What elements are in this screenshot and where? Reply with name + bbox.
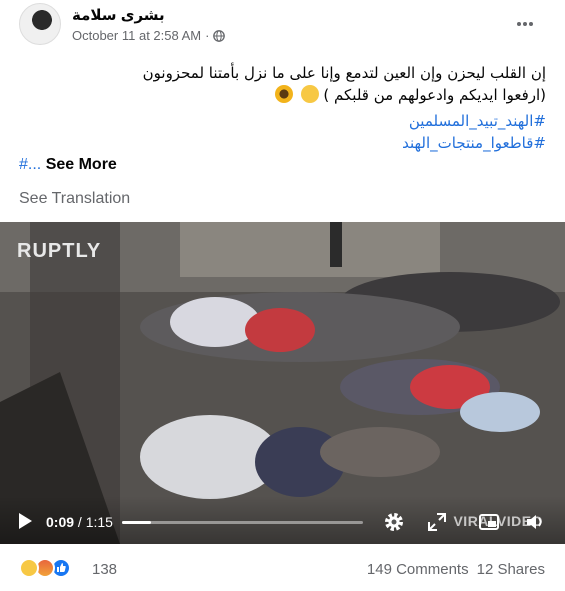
- ruptly-logo: RUPTLY: [17, 240, 102, 262]
- fullscreen-icon[interactable]: [426, 511, 448, 533]
- progress-fill: [122, 521, 151, 524]
- post-footer: 138 149 Comments 12 Shares: [0, 556, 565, 586]
- post-text: إن القلب ليحزن وإن العين لتدمع وإنا على …: [16, 62, 546, 106]
- reaction-icons[interactable]: [19, 558, 71, 578]
- hashtag-link[interactable]: #الهند_تبيد_المسلمين: [402, 110, 546, 132]
- hashtag-list: #الهند_تبيد_المسلمين #قاطعوا_منتجات_الهن…: [402, 110, 546, 154]
- duration: 1:15: [85, 514, 113, 530]
- post-text-line-1: إن القلب ليحزن وإن العين لتدمع وإنا على …: [142, 64, 546, 82]
- post-meta: October 11 at 2:58 AM ·: [72, 28, 226, 43]
- comments-count[interactable]: 149 Comments: [367, 561, 469, 578]
- reaction-count[interactable]: 138: [92, 561, 117, 578]
- viralvideo-watermark: VIRALVIDEO: [453, 513, 543, 529]
- post-header: بشرى سلامة October 11 at 2:58 AM ·: [0, 0, 565, 52]
- post-text-line-2: (ارفعوا ايديكم وادعولهم من قلبكم ): [16, 84, 546, 106]
- current-time: 0:09: [46, 514, 75, 530]
- hashtag-truncated[interactable]: #...: [19, 156, 41, 173]
- globe-icon: [213, 29, 226, 42]
- meta-separator: ·: [205, 28, 210, 43]
- sad-face-emoji-icon: [300, 85, 319, 103]
- post-text-line-2-text: (ارفعوا ايديكم وادعولهم من قلبكم ): [323, 86, 546, 104]
- post-timestamp[interactable]: October 11 at 2:58 AM: [72, 28, 201, 43]
- sunflower-emoji-icon: [274, 85, 293, 103]
- hashtag-link[interactable]: #قاطعوا_منتجات_الهند: [402, 132, 546, 154]
- see-translation-link[interactable]: See Translation: [19, 190, 130, 208]
- play-icon[interactable]: [16, 512, 34, 530]
- author-name[interactable]: بشرى سلامة: [72, 6, 165, 24]
- gear-icon[interactable]: [383, 511, 405, 533]
- video-controls: 0:09 / 1:15 VIRALVIDEO: [0, 496, 565, 544]
- see-more-row: #... See More: [19, 156, 117, 174]
- post-stats: 149 Comments 12 Shares: [367, 561, 545, 578]
- sad-reaction-icon: [19, 558, 39, 578]
- time-separator: /: [77, 514, 82, 530]
- shares-count[interactable]: 12 Shares: [477, 561, 545, 578]
- see-more-link[interactable]: See More: [46, 156, 117, 173]
- author-avatar[interactable]: [19, 3, 61, 45]
- video-player[interactable]: RUPTLY 0:09 / 1:15 VIRALVIDEO: [0, 222, 565, 544]
- video-time: 0:09 / 1:15: [46, 514, 113, 530]
- progress-bar[interactable]: [122, 521, 363, 524]
- more-options-icon[interactable]: [513, 14, 537, 38]
